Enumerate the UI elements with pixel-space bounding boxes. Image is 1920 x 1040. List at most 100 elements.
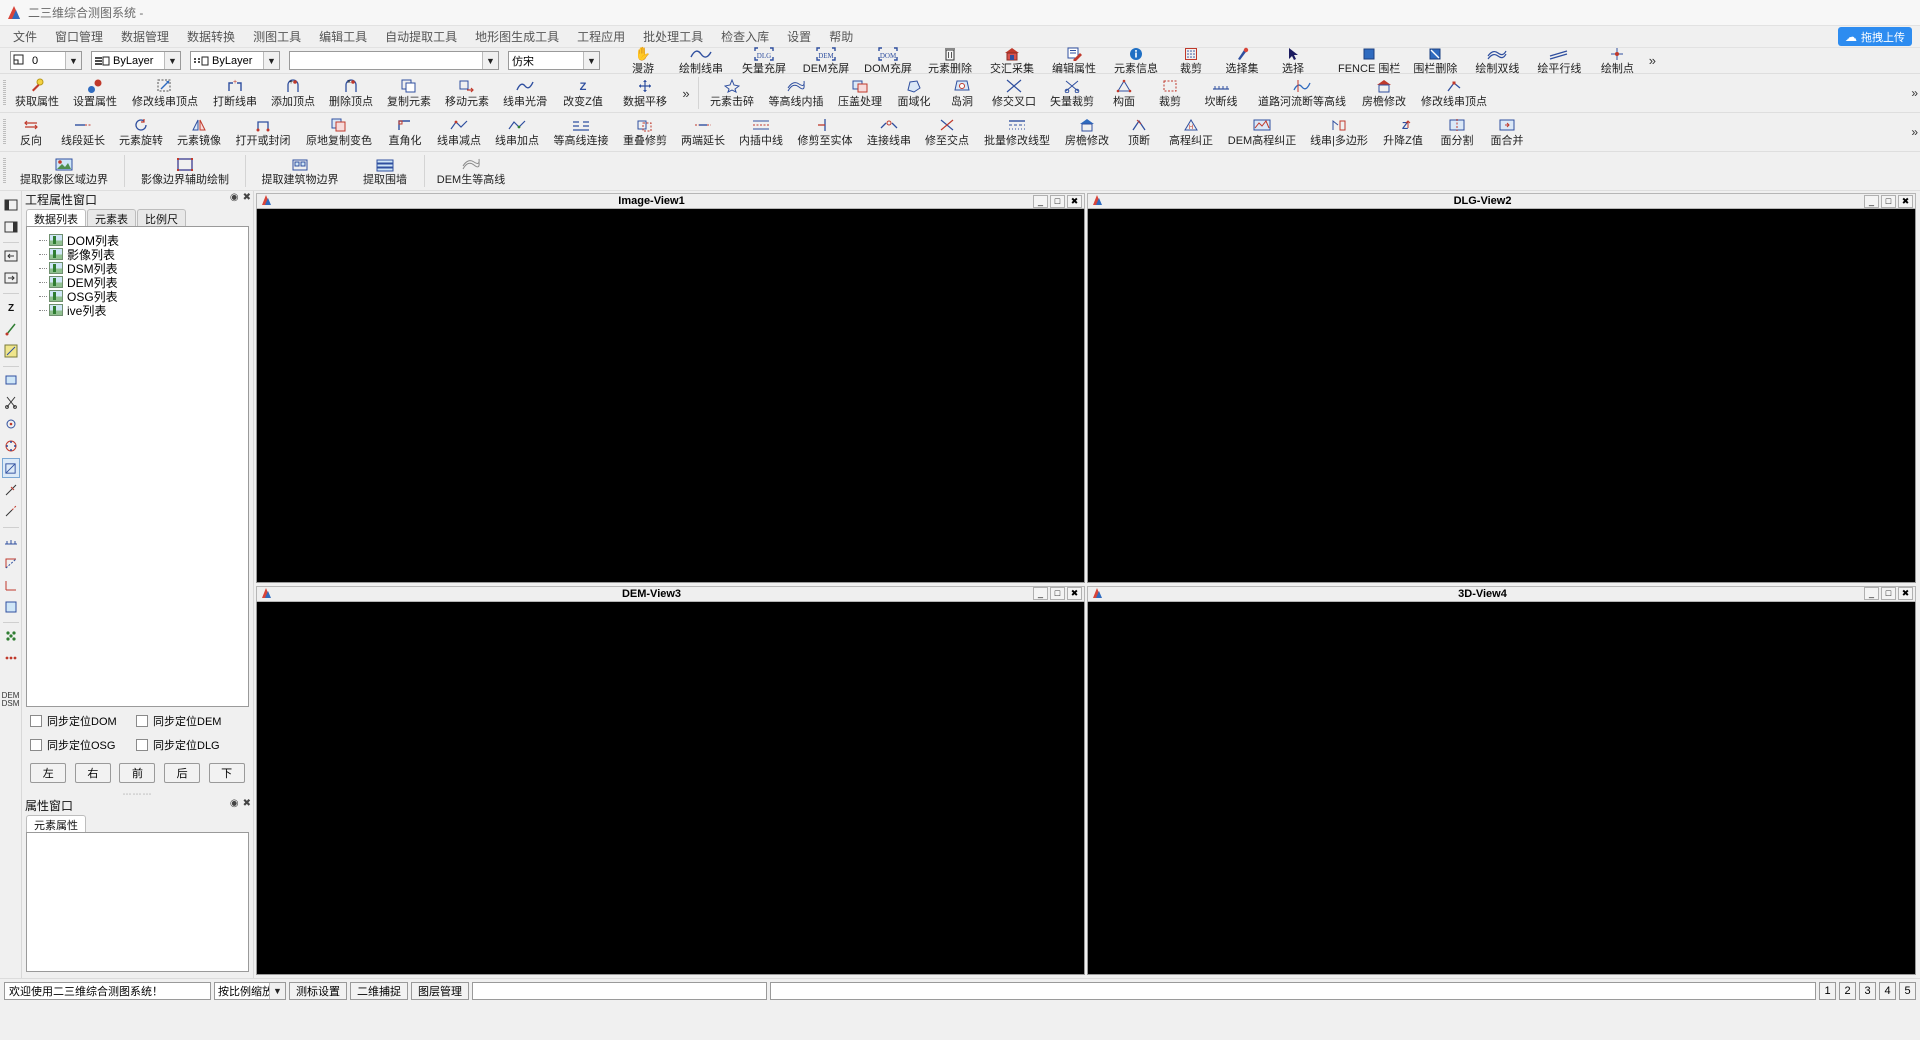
- chevron-down-icon[interactable]: ▼: [269, 982, 285, 999]
- perp-snap-icon[interactable]: [2, 436, 20, 456]
- panel-left-icon[interactable]: [2, 246, 20, 266]
- toolbar-button-dom-fit[interactable]: DOM DOM充屏: [857, 45, 919, 75]
- toolbar-button-draw-point[interactable]: 绘制点: [1590, 45, 1644, 75]
- menu-item-help[interactable]: 帮助: [820, 26, 862, 47]
- checkbox-sync-osg[interactable]: 同步定位OSG: [30, 737, 136, 753]
- tree-item-dsm[interactable]: DSM列表: [27, 261, 248, 276]
- layer-combo[interactable]: 0 ▼: [10, 51, 82, 70]
- chevron-down-icon[interactable]: ▼: [65, 52, 81, 69]
- data-list-tree[interactable]: DOM列表 影像列表 DSM列表 DEM列表 OSG列表 ive列表: [26, 226, 249, 707]
- toolbar-button-eave-edit-2[interactable]: 房檐修改: [1058, 113, 1116, 151]
- checkbox-sync-dem[interactable]: 同步定位DEM: [136, 713, 242, 729]
- dock-left-icon[interactable]: [2, 195, 20, 215]
- page-button-3[interactable]: 3: [1859, 981, 1876, 1000]
- tangent-snap-icon[interactable]: [2, 553, 20, 573]
- toolbar-button-overlap-process[interactable]: 压盖处理: [831, 74, 889, 112]
- viewport-canvas-3d[interactable]: [1087, 601, 1916, 975]
- toolbar-button-mirror-element[interactable]: 元素镜像: [170, 113, 228, 151]
- viewport-canvas-dem[interactable]: [256, 601, 1085, 975]
- toolbar-button-fix-crossing[interactable]: 修交叉口: [985, 74, 1043, 112]
- toolbar-button-interp-centerline[interactable]: 内插中线: [732, 113, 790, 151]
- toolbar-button-fence[interactable]: FENCE 围栏: [1334, 45, 1404, 75]
- tree-item-dem[interactable]: DEM列表: [27, 275, 248, 290]
- measure-icon[interactable]: [2, 531, 20, 551]
- menu-item-survey-tools[interactable]: 测图工具: [244, 26, 310, 47]
- nav-button-back[interactable]: 后: [164, 763, 201, 783]
- toolbar-button-rectify-angle[interactable]: 直角化: [380, 113, 430, 151]
- toolbar-button-delete-vertex[interactable]: × 删除顶点: [322, 74, 380, 112]
- toolbar-button-intersect-collect[interactable]: 交汇采集: [981, 45, 1043, 75]
- toolbar-button-double-line[interactable]: 绘制双线: [1466, 45, 1528, 75]
- toolbar-button-selection-set[interactable]: 选择集: [1215, 45, 1269, 75]
- scissors-icon[interactable]: [2, 392, 20, 412]
- layer-manage-button[interactable]: 图层管理: [411, 981, 469, 1000]
- toolbar-button-elev-correct[interactable]: H 高程纠正: [1162, 113, 1220, 151]
- toolbar-button-top-break[interactable]: 顶断: [1116, 113, 1162, 151]
- toolbar-button-contour-connect[interactable]: 等高线连接: [546, 113, 616, 151]
- toolbar-grip-5[interactable]: [0, 113, 8, 151]
- toolbar-button-line-polygon[interactable]: 线串|多边形: [1304, 113, 1374, 151]
- element-attribute-list[interactable]: [26, 832, 249, 972]
- toolbar-button-draw-polyline[interactable]: 绘制线串: [669, 45, 733, 75]
- dot-snap-icon[interactable]: [2, 648, 20, 668]
- 2d-snap-button[interactable]: 二维捕捉: [350, 981, 408, 1000]
- zorder-icon[interactable]: Z: [2, 297, 20, 317]
- rect-snap-icon[interactable]: [2, 370, 20, 390]
- extend-snap-icon[interactable]: [2, 502, 20, 522]
- minimize-button[interactable]: _: [1033, 194, 1048, 208]
- toolbar-button-parallel-line[interactable]: 绘平行线: [1528, 45, 1590, 75]
- page-button-2[interactable]: 2: [1839, 981, 1856, 1000]
- toolbar-button-pan-data[interactable]: 数据平移: [612, 74, 678, 112]
- toolbar-grip-6[interactable]: [0, 152, 8, 190]
- viewport-canvas-image[interactable]: [256, 209, 1085, 583]
- none-snap-icon[interactable]: [2, 575, 20, 595]
- toolbar-button-crop[interactable]: 裁剪: [1167, 45, 1215, 75]
- close-button[interactable]: ✖: [1898, 194, 1913, 208]
- toolbar-row3-overflow-icon[interactable]: »: [1911, 125, 1918, 139]
- menu-item-file[interactable]: 文件: [4, 26, 46, 47]
- toolbar-button-vector-fit[interactable]: DLG 矢量充屏: [733, 45, 795, 75]
- toolbar-button-fence-delete[interactable]: 围栏删除: [1404, 45, 1466, 75]
- toolbar-row2-overflow-icon[interactable]: »: [1911, 86, 1918, 100]
- scale-mode-combo[interactable]: 按比例缩放 ▼: [214, 981, 286, 1000]
- dock-right-icon[interactable]: [2, 217, 20, 237]
- page-button-5[interactable]: 5: [1899, 981, 1916, 1000]
- toolbar-button-copy-element[interactable]: 复制元素: [380, 74, 438, 112]
- toolbar-button-get-attribute[interactable]: 获取属性: [8, 74, 66, 112]
- toolbar-button-move-element[interactable]: 移动元素: [438, 74, 496, 112]
- toolbar-button-island-hole[interactable]: 岛洞: [939, 74, 985, 112]
- maximize-button[interactable]: □: [1881, 194, 1896, 208]
- toolbar-button-overlap-trim[interactable]: 重叠修剪: [616, 113, 674, 151]
- minimize-button[interactable]: _: [1864, 587, 1879, 600]
- close-button[interactable]: ✖: [1898, 587, 1913, 600]
- toolbar-button-contour-interp[interactable]: 等高线内插: [761, 74, 831, 112]
- toolbar-button-join-line[interactable]: 连接线串: [860, 113, 918, 151]
- toolbar-section-overflow-icon[interactable]: »: [678, 74, 694, 112]
- toolbar-button-roam[interactable]: ✋ 漫游: [617, 45, 669, 75]
- tab-data-list[interactable]: 数据列表: [26, 209, 86, 226]
- chevron-down-icon[interactable]: ▼: [164, 52, 180, 69]
- toolbar-button-image-boundary-assist[interactable]: 影像边界辅助绘制: [129, 152, 241, 190]
- toolbar-button-open-close[interactable]: 打开或封闭: [228, 113, 298, 151]
- toolbar-button-rotate-element[interactable]: 元素旋转: [112, 113, 170, 151]
- panel-right-icon[interactable]: [2, 268, 20, 288]
- toolbar-button-extend-both[interactable]: 两端延长: [674, 113, 732, 151]
- toolbar-button-trim-to-entity[interactable]: 修剪至实体: [790, 113, 860, 151]
- nearest-snap-icon[interactable]: [2, 480, 20, 500]
- toolbar-button-explode-element[interactable]: 元素击碎: [703, 74, 761, 112]
- menu-item-edit-tools[interactable]: 编辑工具: [310, 26, 376, 47]
- pin-icon[interactable]: ◉: [230, 192, 239, 203]
- drag-upload-button[interactable]: ☁ 拖拽上传: [1838, 27, 1912, 46]
- toolbar-button-select[interactable]: 选择: [1269, 45, 1317, 75]
- marker-icon[interactable]: [2, 341, 20, 361]
- nav-button-left[interactable]: 左: [30, 763, 67, 783]
- toolbar-button-clip[interactable]: 裁剪: [1147, 74, 1193, 112]
- minimize-button[interactable]: _: [1033, 587, 1048, 600]
- menu-item-settings[interactable]: 设置: [778, 26, 820, 47]
- tree-item-image[interactable]: 影像列表: [27, 247, 248, 262]
- tree-item-osg[interactable]: OSG列表: [27, 289, 248, 304]
- toolbar-button-extract-wall[interactable]: 提取围墙: [350, 152, 420, 190]
- chevron-down-icon[interactable]: ▼: [583, 52, 599, 69]
- tree-item-ive[interactable]: ive列表: [27, 303, 248, 318]
- toolbar-button-extract-building-boundary[interactable]: 提取建筑物边界: [250, 152, 350, 190]
